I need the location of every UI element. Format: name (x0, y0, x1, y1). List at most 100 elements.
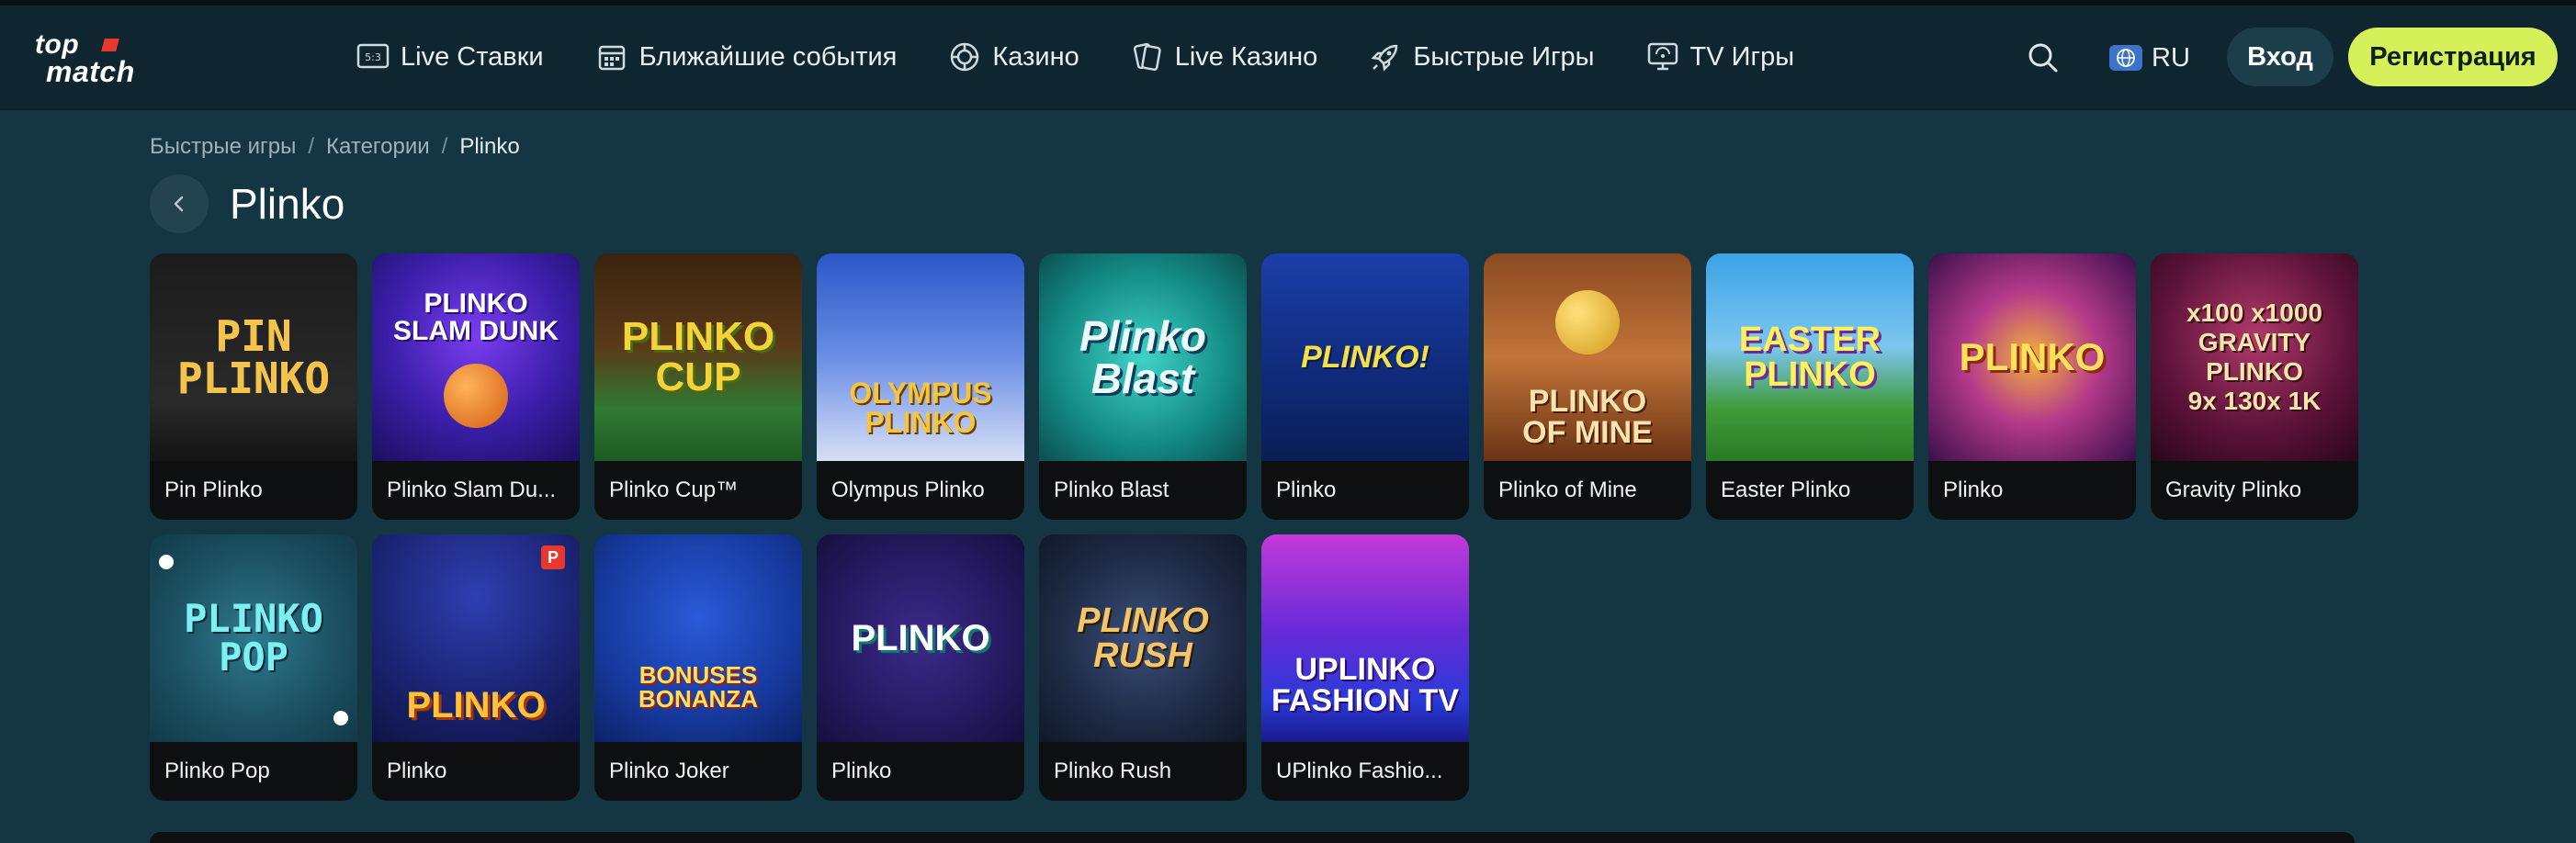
game-art-title: PLINKO OF MINE (1522, 384, 1653, 450)
game-art-title: x100 x1000 GRAVITY PLINKO 9x 130x 1K (2186, 298, 2322, 416)
breadcrumb-separator: / (308, 134, 315, 159)
game-card-plinko-rush[interactable]: PLINKO RUSH Plinko Rush (1039, 534, 1247, 801)
nav-label: Live Ставки (401, 41, 544, 72)
live-bets-icon: 5:3 (356, 40, 390, 73)
game-card-olympus-plinko[interactable]: OLYMPUS PLINKO Olympus Plinko (817, 253, 1024, 520)
game-card-plinko-of-mine[interactable]: PLINKO OF MINE Plinko of Mine (1484, 253, 1691, 520)
game-thumbnail: PLINKO (817, 534, 1024, 742)
svg-text:5:3: 5:3 (365, 51, 381, 63)
game-art-title: PLINKO (851, 618, 990, 658)
breadcrumb-current: Plinko (459, 134, 520, 159)
game-art-title: PLINKO (1959, 335, 2106, 378)
login-button[interactable]: Вход (2227, 28, 2333, 86)
nav-live-bets[interactable]: 5:3 Live Ставки (356, 40, 544, 73)
game-thumbnail: PLINKO! (1261, 253, 1469, 461)
game-title: Plinko (831, 759, 892, 783)
nav-label: Live Казино (1174, 41, 1318, 72)
game-card-pin-plinko[interactable]: PIN PLINKO Pin Plinko (150, 253, 357, 520)
language-code: RU (2152, 42, 2190, 73)
game-title: Plinko Rush (1054, 759, 1172, 783)
game-title: Easter Plinko (1721, 478, 1851, 502)
breadcrumb: Быстрые игры / Категории / Plinko (150, 134, 520, 160)
game-art-title: PLINKO CUP (621, 314, 775, 399)
nav-label: TV Игры (1689, 41, 1795, 72)
game-thumbnail: PLINKO RUSH (1039, 534, 1247, 742)
game-title: Plinko Blast (1054, 478, 1169, 502)
game-title: Pin Plinko (164, 478, 263, 502)
header: top match 5:3 Live Ставки Ближайшие собы… (0, 6, 2576, 110)
game-title: UPlinko Fashio... (1276, 759, 1443, 783)
game-art-title: PLINKO POP (184, 596, 323, 680)
game-art-title: PIN PLINKO (176, 311, 331, 403)
nav-label: Быстрые Игры (1413, 41, 1595, 72)
game-card-plinko[interactable]: PLINKO! Plinko (1261, 253, 1469, 520)
game-card-easter-plinko[interactable]: EASTER PLINKO Easter Plinko (1706, 253, 1914, 520)
game-thumbnail: UPLINKO FASHION TV (1261, 534, 1469, 742)
cards-icon (1131, 40, 1164, 73)
game-title: Plinko Slam Du... (387, 478, 557, 502)
game-card-uplinko-fashion-tv[interactable]: UPLINKO FASHION TV UPlinko Fashio... (1261, 534, 1469, 801)
rocket-icon (1369, 40, 1402, 73)
game-art-title: EASTER PLINKO (1738, 320, 1881, 394)
globe-icon (2109, 45, 2142, 71)
game-art-title: PLINKO SLAM DUNK (393, 288, 559, 346)
game-title: Plinko Cup™ (609, 478, 739, 502)
game-art-title: BONUSES BONANZA (638, 661, 758, 713)
logo[interactable]: top match (33, 28, 189, 92)
game-art-title: OLYMPUS PLINKO (849, 377, 992, 439)
breadcrumb-separator: / (441, 134, 448, 159)
game-art-title: Plinko Blast (1079, 312, 1207, 402)
game-card-plinko[interactable]: PLINKO Plinko (817, 534, 1024, 801)
chevron-left-icon (174, 196, 184, 212)
game-title: Plinko (1276, 478, 1337, 502)
breadcrumb-fast-games[interactable]: Быстрые игры (150, 134, 296, 160)
game-thumbnail: P PLINKO (372, 534, 580, 742)
calendar-icon (595, 40, 628, 73)
game-thumbnail: PIN PLINKO (150, 253, 357, 461)
game-title: Plinko Joker (609, 759, 729, 783)
game-title: Gravity Plinko (2165, 478, 2302, 502)
logo-flag-mark (101, 39, 119, 51)
game-thumbnail: PLINKO OF MINE (1484, 253, 1691, 461)
game-title: Plinko (387, 759, 447, 783)
game-thumbnail: BONUSES BONANZA (594, 534, 802, 742)
game-card-plinko-pop[interactable]: PLINKO POP Plinko Pop (150, 534, 357, 801)
page-title: Plinko (230, 180, 345, 228)
game-card-plinko-joker[interactable]: BONUSES BONANZA Plinko Joker (594, 534, 802, 801)
register-button[interactable]: Регистрация (2348, 28, 2558, 86)
game-thumbnail: PLINKO (1928, 253, 2136, 461)
game-card-plinko-cup[interactable]: PLINKO CUP Plinko Cup™ (594, 253, 802, 520)
logo-bottom-text: match (46, 55, 135, 88)
nav-casino[interactable]: Казино (948, 40, 1079, 73)
search-icon[interactable] (2025, 39, 2062, 76)
game-art-title: UPLINKO FASHION TV (1271, 652, 1460, 718)
casino-chip-icon (948, 40, 981, 73)
game-art-title: PLINKO! (1301, 340, 1429, 375)
game-art-title: PLINKO RUSH (1077, 601, 1209, 675)
main-nav: 5:3 Live Ставки Ближайшие события Казино… (356, 6, 1846, 108)
game-thumbnail: PLINKO CUP (594, 253, 802, 461)
game-title: Plinko Pop (164, 759, 270, 783)
nav-live-casino[interactable]: Live Казино (1131, 40, 1318, 73)
game-card-plinko-slam-dunk[interactable]: PLINKO SLAM DUNK Plinko Slam Du... (372, 253, 580, 520)
game-thumbnail: x100 x1000 GRAVITY PLINKO 9x 130x 1K (2151, 253, 2358, 461)
nav-upcoming-events[interactable]: Ближайшие события (595, 40, 898, 73)
breadcrumb-categories[interactable]: Категории (326, 134, 430, 160)
game-thumbnail: OLYMPUS PLINKO (817, 253, 1024, 461)
language-selector[interactable]: RU (2109, 37, 2190, 79)
tv-icon (1646, 40, 1679, 73)
nav-label: Казино (992, 41, 1079, 72)
game-thumbnail: EASTER PLINKO (1706, 253, 1914, 461)
back-button[interactable] (150, 174, 209, 233)
game-thumbnail: PLINKO POP (150, 534, 357, 742)
game-card-plinko[interactable]: PLINKO Plinko (1928, 253, 2136, 520)
nav-label: Ближайшие события (638, 41, 898, 72)
nav-tv-games[interactable]: TV Игры (1646, 40, 1795, 73)
game-card-gravity-plinko[interactable]: x100 x1000 GRAVITY PLINKO 9x 130x 1K Gra… (2151, 253, 2358, 520)
game-card-plinko[interactable]: P PLINKO Plinko (372, 534, 580, 801)
game-card-plinko-blast[interactable]: Plinko Blast Plinko Blast (1039, 253, 1247, 520)
game-title: Plinko (1943, 478, 2004, 502)
game-title: Plinko of Mine (1498, 478, 1637, 502)
games-grid: PIN PLINKO Pin Plinko PLINKO SLAM DUNK P… (150, 253, 2358, 801)
nav-fast-games[interactable]: Быстрые Игры (1369, 40, 1595, 73)
